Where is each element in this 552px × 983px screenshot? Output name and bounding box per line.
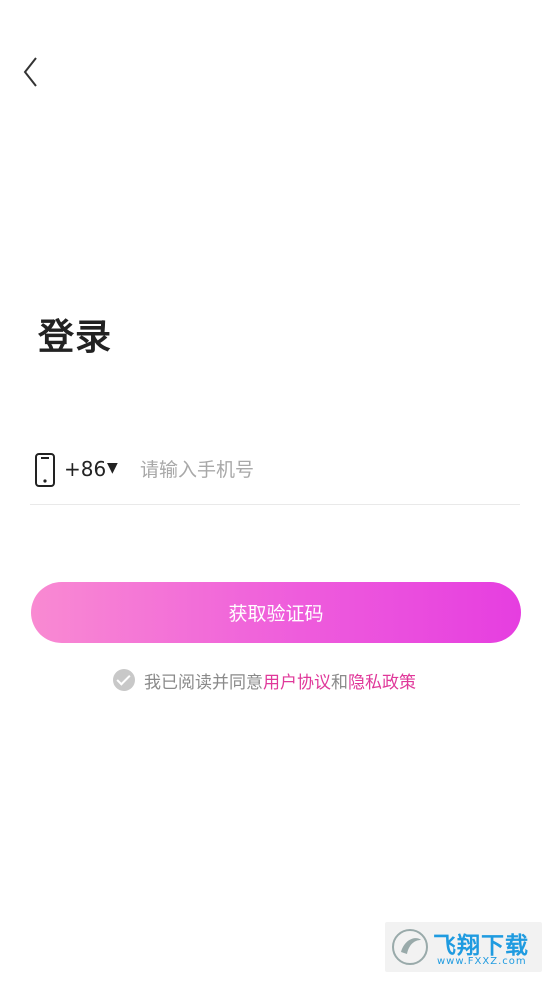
caret-down-icon[interactable]: ▼ [107, 460, 118, 476]
agree-checkbox[interactable] [113, 669, 135, 691]
mobile-phone-icon [33, 452, 57, 488]
privacy-policy-link[interactable]: 隐私政策 [348, 668, 416, 693]
watermark-url: www.FXXZ.com [437, 956, 527, 967]
watermark-logo-icon [391, 928, 429, 966]
agreement-prefix: 我已阅读并同意 [144, 672, 263, 693]
country-code-selector[interactable]: +86 [64, 457, 106, 481]
watermark: 飞翔下载 www.FXXZ.com [385, 922, 542, 972]
phone-input[interactable] [138, 452, 512, 488]
phone-row: +86 ▼ [30, 448, 520, 505]
back-chevron-icon [23, 57, 37, 87]
agreement-and: 和 [331, 672, 348, 693]
back-button[interactable] [18, 54, 46, 90]
page-title: 登录 [38, 317, 113, 358]
watermark-title: 飞翔下载 [433, 933, 529, 959]
agreement-row: 我已阅读并同意 用户协议和隐私政策 [113, 666, 416, 694]
get-code-button[interactable]: 获取验证码 [31, 582, 521, 643]
user-agreement-link[interactable]: 用户协议 [263, 668, 331, 693]
